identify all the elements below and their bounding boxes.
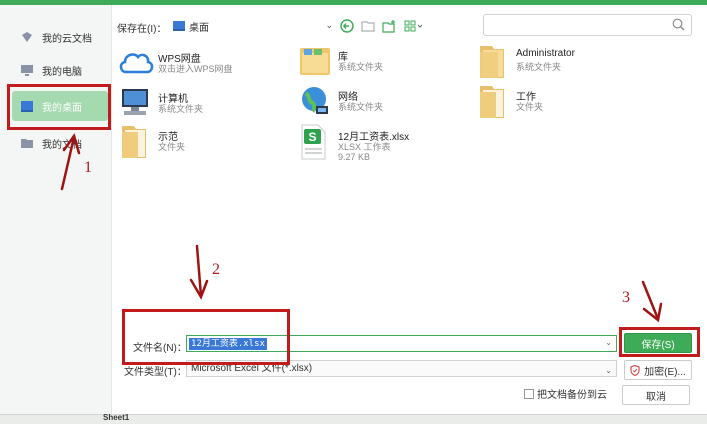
cancel-button-label: 取消 xyxy=(646,391,666,403)
file-item-demo-folder[interactable]: 示范 文件夹 xyxy=(118,124,288,164)
sidebar-item-label: 我的云文档 xyxy=(42,33,92,45)
folder-icon xyxy=(118,124,154,160)
arrow-2-head xyxy=(189,278,209,300)
sidebar-item-label: 我的文档 xyxy=(42,139,82,151)
folder-icon xyxy=(20,137,34,149)
backup-label: 把文档备份到云 xyxy=(537,390,607,401)
view-mode-icon xyxy=(404,20,423,32)
sidebar-item-cloud-docs[interactable]: 我的云文档 xyxy=(12,22,108,52)
encrypt-button-label: 加密(E)... xyxy=(644,366,686,378)
new-folder-button[interactable] xyxy=(380,17,398,35)
filetype-label: 文件类型(T)： xyxy=(124,367,187,378)
backup-checkbox[interactable] xyxy=(524,388,534,399)
back-icon xyxy=(340,19,354,33)
file-item-wps-cloud[interactable]: WPS网盘 双击进入WPS网盘 xyxy=(118,46,288,86)
annotation-number-1: 1 xyxy=(84,159,92,176)
network-icon xyxy=(298,84,334,120)
file-item-salary-xlsx[interactable]: S 12月工资表.xlsx XLSX 工作表 9.27 KB xyxy=(298,124,468,164)
annotation-number-3: 3 xyxy=(622,289,630,306)
file-name: Administrator xyxy=(516,48,575,59)
shield-icon xyxy=(630,364,640,376)
arrow-2 xyxy=(195,244,203,298)
location-value: 桌面 xyxy=(189,22,209,34)
highlight-box-save xyxy=(619,327,700,357)
up-folder-icon xyxy=(361,21,375,32)
svg-text:S: S xyxy=(308,130,316,144)
desktop-icon xyxy=(173,21,185,31)
file-type: 文件夹 xyxy=(158,142,186,152)
file-type: 系统文件夹 xyxy=(338,102,384,112)
sheet-tab[interactable]: Sheet1 xyxy=(103,413,129,422)
annotation-number-2: 2 xyxy=(212,261,220,278)
sidebar-item-my-computer[interactable]: 我的电脑 xyxy=(12,55,108,85)
highlight-box-desktop xyxy=(7,84,111,130)
search-input[interactable] xyxy=(483,14,692,36)
cloud-doc-icon xyxy=(20,31,34,43)
sidebar-item-my-documents[interactable]: 我的文档 xyxy=(12,128,108,158)
file-item-administrator[interactable]: Administrator 系统文件夹 xyxy=(476,44,646,84)
highlight-box-filename xyxy=(122,309,290,365)
save-in-label: 保存在(I)： xyxy=(117,24,167,35)
chevron-down-icon[interactable]: ⌄ xyxy=(605,338,612,347)
sidebar-item-label: 我的电脑 xyxy=(42,66,82,78)
file-type: 双击进入WPS网盘 xyxy=(158,64,233,74)
library-icon xyxy=(298,44,334,80)
encrypt-button[interactable]: 加密(E)... xyxy=(624,360,692,380)
chevron-down-icon: ⌄ xyxy=(605,366,612,375)
up-folder-button[interactable] xyxy=(359,17,377,35)
file-item-computer[interactable]: 计算机 系统文件夹 xyxy=(118,86,288,126)
file-type: 系统文件夹 xyxy=(516,62,562,72)
back-button[interactable] xyxy=(338,17,356,35)
wps-cloud-icon xyxy=(118,46,154,82)
sidebar: 我的云文档 我的电脑 我的桌面 我的文档 xyxy=(0,5,112,414)
chevron-down-icon: ⌄ xyxy=(325,20,333,30)
user-folder-icon xyxy=(476,44,512,80)
file-type: 系统文件夹 xyxy=(158,104,204,114)
backup-to-cloud-option[interactable]: 把文档备份到云 xyxy=(524,386,607,401)
folder-icon xyxy=(476,84,512,120)
cancel-button[interactable]: 取消 xyxy=(622,385,690,405)
computer-icon xyxy=(118,86,154,122)
arrow-3-head xyxy=(642,302,663,323)
search-icon xyxy=(672,18,685,34)
view-mode-button[interactable] xyxy=(403,17,425,35)
file-type: 文件夹 xyxy=(516,102,544,112)
computer-icon xyxy=(20,64,34,76)
file-item-work-folder[interactable]: 工作 文件夹 xyxy=(476,84,646,124)
location-dropdown[interactable]: 桌面 ⌄ xyxy=(171,16,333,36)
file-item-network[interactable]: 网络 系统文件夹 xyxy=(298,84,468,124)
file-size: 9.27 KB xyxy=(338,152,371,162)
file-item-library[interactable]: 库 系统文件夹 xyxy=(298,44,468,84)
xlsx-file-icon: S xyxy=(298,124,334,160)
arrow-3 xyxy=(641,280,660,321)
new-folder-icon xyxy=(382,19,395,33)
file-type: 系统文件夹 xyxy=(338,62,384,72)
